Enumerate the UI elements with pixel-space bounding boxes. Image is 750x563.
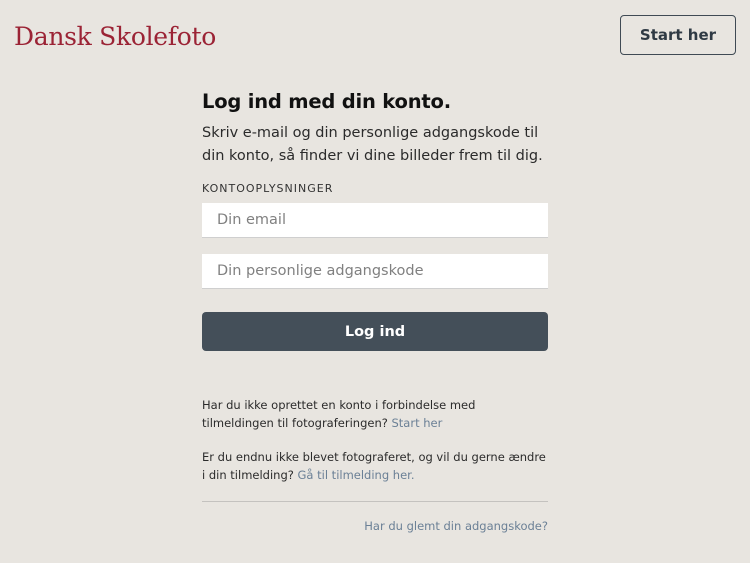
email-field[interactable] <box>202 203 548 238</box>
help-text: Har du ikke oprettet en konto i forbinde… <box>202 397 548 484</box>
forgot-password-link[interactable]: Har du glemt din adgangskode? <box>364 519 548 533</box>
page-title: Log ind med din konto. <box>202 90 451 113</box>
start-here-button[interactable]: Start her <box>620 15 736 55</box>
site-header: Dansk Skolefoto Start her <box>0 0 750 70</box>
login-button[interactable]: Log ind <box>202 312 548 351</box>
account-section-label: KONTOOPLYSNINGER <box>202 182 334 195</box>
change-registration-paragraph: Er du endnu ikke blevet fotograferet, og… <box>202 449 548 484</box>
forgot-password-row: Har du glemt din adgangskode? <box>202 519 548 533</box>
logo[interactable]: Dansk Skolefoto <box>14 22 216 51</box>
start-here-link[interactable]: Start her <box>392 416 443 430</box>
divider <box>202 501 548 502</box>
no-account-paragraph: Har du ikke oprettet en konto i forbinde… <box>202 397 548 432</box>
login-panel: Log ind med din konto. Skriv e-mail og d… <box>202 90 548 533</box>
password-field[interactable] <box>202 254 548 289</box>
registration-link[interactable]: Gå til tilmelding her. <box>298 468 415 482</box>
page-subtitle: Skriv e-mail og din personlige adgangsko… <box>202 125 543 164</box>
